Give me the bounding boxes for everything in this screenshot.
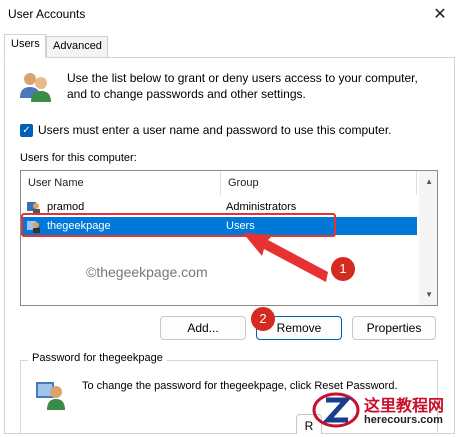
password-group-title: Password for thegeekpage [28, 352, 167, 364]
users-list[interactable]: User Name Group pramod Administrators th… [20, 170, 438, 306]
window-title: User Accounts [8, 7, 86, 21]
user-password-icon [36, 382, 65, 410]
user-name: pramod [47, 201, 85, 213]
scroll-down-icon[interactable]: ▼ [425, 290, 433, 299]
site-logo: 这里教程网 herecours.com [304, 388, 459, 434]
annotation-badge-2: 2 [251, 307, 275, 331]
require-login-label: Users must enter a user name and passwor… [38, 123, 392, 137]
users-group-icon [20, 73, 51, 102]
tab-advanced[interactable]: Advanced [46, 36, 108, 58]
user-group: Administrators [226, 201, 297, 213]
annotation-highlight [21, 213, 336, 237]
column-header-username[interactable]: User Name [21, 171, 221, 195]
title-bar: User Accounts ✕ [0, 0, 459, 30]
users-list-label: Users for this computer: [20, 152, 137, 164]
tab-users[interactable]: Users [4, 34, 46, 58]
watermark: ©thegeekpage.com [86, 264, 208, 280]
vertical-scrollbar[interactable]: ▲ ▼ [419, 171, 437, 305]
column-header-group[interactable]: Group [221, 171, 417, 195]
annotation-badge-1: 1 [331, 257, 355, 281]
column-separator[interactable] [416, 171, 417, 195]
logo-text-cn: 这里教程网 [364, 396, 445, 415]
add-user-button[interactable]: Add... [160, 316, 246, 340]
close-icon[interactable]: ✕ [429, 4, 451, 26]
logo-z-icon [312, 392, 360, 428]
intro-text: Use the list below to grant or deny user… [67, 71, 418, 101]
scroll-up-icon[interactable]: ▲ [425, 177, 433, 186]
require-login-checkbox[interactable]: ✓ [20, 124, 33, 137]
logo-text-en: herecours.com [364, 414, 443, 426]
properties-button[interactable]: Properties [352, 316, 436, 340]
